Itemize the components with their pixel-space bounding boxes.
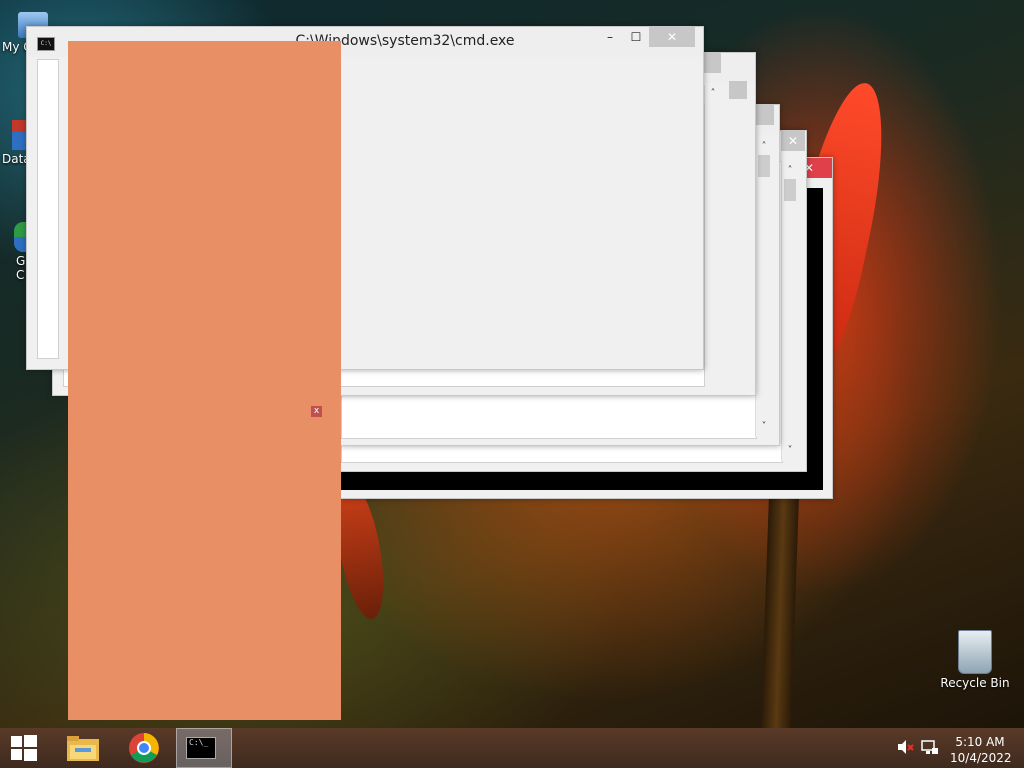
minimize-button[interactable]: – <box>597 27 623 47</box>
close-button[interactable]: ✕ <box>649 27 695 47</box>
extra-close-button[interactable] <box>729 81 747 99</box>
taskbar: C:\_ <box>0 728 1024 768</box>
console-client-area[interactable] <box>37 59 59 359</box>
close-button[interactable]: ✕ <box>781 131 805 151</box>
vertical-scrollbar[interactable]: ˄ ˅ <box>781 161 798 461</box>
scroll-down-arrow[interactable]: ˅ <box>782 443 798 459</box>
wallpaper-tulip-stem <box>760 479 800 741</box>
overlay-close-icon[interactable]: x <box>311 406 322 417</box>
scroll-thumb[interactable] <box>758 155 770 177</box>
recycle-bin-icon <box>958 630 992 674</box>
scroll-down-arrow[interactable]: ˅ <box>756 419 772 435</box>
vertical-scrollbar[interactable]: ˄ <box>704 85 721 103</box>
scroll-thumb[interactable] <box>784 179 796 201</box>
scroll-up-arrow[interactable]: ˄ <box>782 163 798 179</box>
clock-time: 5:10 AM <box>955 735 1005 749</box>
vertical-scrollbar[interactable]: ˄ ˅ <box>755 137 772 437</box>
windows-logo-icon <box>11 735 37 761</box>
scroll-up-arrow[interactable]: ˄ <box>705 86 721 102</box>
cmd-icon: C:\_ <box>186 737 216 759</box>
clock-date: 10/4/2022 <box>950 751 1012 765</box>
chrome-icon <box>129 733 159 763</box>
folder-icon <box>67 736 99 761</box>
scroll-up-arrow[interactable]: ˄ <box>756 139 772 155</box>
taskbar-chrome[interactable] <box>116 728 172 768</box>
overlay-panel[interactable]: x <box>68 41 341 720</box>
taskbar-file-explorer[interactable] <box>56 728 112 768</box>
taskbar-cmd[interactable]: C:\_ <box>176 728 232 768</box>
desktop-icon-recycle-bin[interactable]: Recycle Bin <box>940 630 1010 690</box>
cmd-icon: C:\ <box>37 37 55 51</box>
volume-muted-icon[interactable] <box>896 739 914 758</box>
network-icon[interactable] <box>921 739 939 760</box>
desktop-icon-label: Recycle Bin <box>940 676 1010 690</box>
start-button[interactable] <box>0 728 56 768</box>
clock[interactable]: 5:10 AM 10/4/2022 <box>950 734 1012 766</box>
maximize-button[interactable]: ☐ <box>623 27 649 47</box>
